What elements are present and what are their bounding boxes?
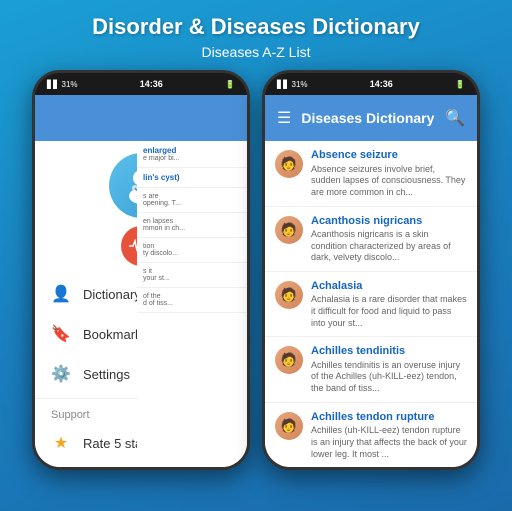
bookmark-icon: 🔖 <box>51 324 71 344</box>
disease-text: Achilles tendinitis Achilles tendinitis … <box>311 344 467 394</box>
disease-list: 🧑 Absence seizure Absence seizures invol… <box>265 141 477 467</box>
list-item[interactable]: 🧑 Absence seizure Absence seizures invol… <box>265 141 477 206</box>
disease-text: Acanthosis nigricans Acanthosis nigrican… <box>311 214 467 264</box>
hamburger-icon[interactable]: ☰ <box>277 108 291 128</box>
disease-desc: Achilles tendinitis is an overuse injury… <box>311 360 467 395</box>
disease-desc: Absence seizures involve brief, sudden l… <box>311 164 467 199</box>
drawer-label-dictionary: Dictionary <box>83 287 141 302</box>
disease-name: Achilles tendinitis <box>311 344 467 358</box>
left-phone: enlarged e major bi... lin's cyst) s are… <box>32 70 250 470</box>
right-phone: ▋▋ 31% 14:36 🔋 ☰ Diseases Dictionary 🔍 🧑… <box>262 70 480 470</box>
avatar: 🧑 <box>275 412 303 440</box>
phones-container: enlarged e major bi... lin's cyst) s are… <box>0 70 512 470</box>
battery-icon-right: 🔋 <box>455 80 465 89</box>
drawer-label-settings: Settings <box>83 367 130 382</box>
avatar: 🧑 <box>275 150 303 178</box>
bg-list-item: lin's cyst) <box>137 168 247 188</box>
bg-list-item: en lapses mmon in ch... <box>137 213 247 238</box>
search-icon[interactable]: 🔍 <box>445 108 465 128</box>
list-item[interactable]: 🧑 Achilles tendinitis Achilles tendiniti… <box>265 337 477 402</box>
list-item[interactable]: 🧑 Acanthosis nigricans Acanthosis nigric… <box>265 207 477 272</box>
bg-list-item: s it your st... <box>137 263 247 288</box>
app-bar: ☰ Diseases Dictionary 🔍 <box>265 95 477 141</box>
disease-name: Acanthosis nigricans <box>311 214 467 228</box>
list-item[interactable]: 🧑 Achilles tendon rupture Achilles (uh-K… <box>265 403 477 468</box>
disease-name: Achilles tendon rupture <box>311 410 467 424</box>
bg-list-item: s are opening. T... <box>137 188 247 213</box>
avatar: 🧑 <box>275 346 303 374</box>
disease-text: Achilles tendon rupture Achilles (uh-KIL… <box>311 410 467 460</box>
disease-desc: Achalasia is a rare disorder that makes … <box>311 294 467 329</box>
disease-text: Absence seizure Absence seizures involve… <box>311 148 467 198</box>
bg-app-bar <box>137 95 247 141</box>
avatar: 🧑 <box>275 281 303 309</box>
list-item[interactable]: 🧑 Achalasia Achalasia is a rare disorder… <box>265 272 477 337</box>
signal-icon-right: ▋▋ 31% <box>277 80 308 89</box>
gear-icon: ⚙️ <box>51 364 71 384</box>
status-bar-left: ▋▋ 31% 14:36 🔋 <box>35 73 247 95</box>
clock: 14:36 <box>140 79 163 89</box>
disease-desc: Acanthosis nigricans is a skin condition… <box>311 229 467 264</box>
disease-name: Absence seizure <box>311 148 467 162</box>
status-bar-right: ▋▋ 31% 14:36 🔋 <box>265 73 477 95</box>
bg-list-item: of the d of tiss... <box>137 288 247 313</box>
app-bar-title: Diseases Dictionary <box>301 110 435 126</box>
bg-content: enlarged e major bi... lin's cyst) s are… <box>137 95 247 467</box>
app-subtitle: Diseases A-Z List <box>0 44 512 60</box>
clock-right: 14:36 <box>370 79 393 89</box>
bg-list-item: tion ty discolo... <box>137 238 247 263</box>
right-screen: ☰ Diseases Dictionary 🔍 🧑 Absence seizur… <box>265 95 477 467</box>
person-icon: 👤 <box>51 284 71 304</box>
page-header: Disorder & Diseases Dictionary Diseases … <box>0 0 512 70</box>
disease-text: Achalasia Achalasia is a rare disorder t… <box>311 279 467 329</box>
star-icon: ★ <box>51 433 71 453</box>
battery-icon: 🔋 <box>225 80 235 89</box>
app-title: Disorder & Diseases Dictionary <box>0 14 512 40</box>
signal-icon: ▋▋ 31% <box>47 80 78 89</box>
disease-name: Achalasia <box>311 279 467 293</box>
disease-desc: Achilles (uh-KILL-eez) tendon rupture is… <box>311 425 467 460</box>
avatar: 🧑 <box>275 216 303 244</box>
bg-list-item: enlarged e major bi... <box>137 141 247 168</box>
